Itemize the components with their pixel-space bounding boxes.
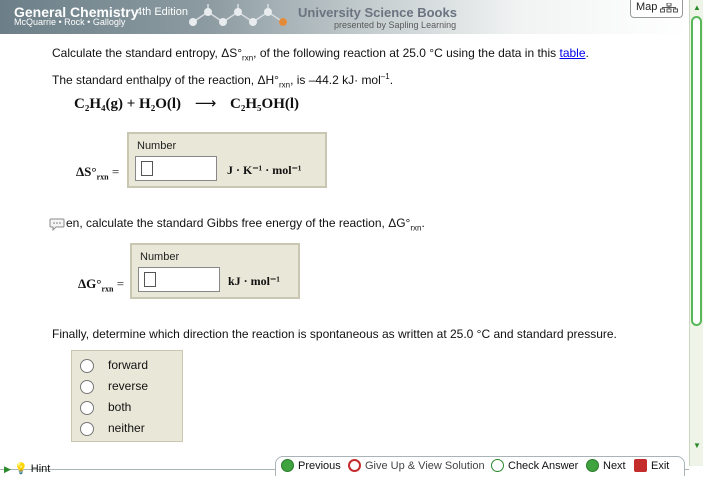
option-both-label: both [108, 400, 132, 414]
direction-options: forward reverse both neither [71, 350, 183, 442]
gibbs-symbol-text: ΔG° [78, 276, 102, 291]
molecule-graphic-icon [189, 4, 287, 26]
scroll-down-icon[interactable]: ▼ [690, 440, 704, 452]
gibbs-number-label: Number [140, 251, 180, 263]
exit-button[interactable]: Exit [634, 459, 669, 473]
publisher-name: University Science Books [298, 5, 457, 20]
option-reverse-label: reverse [108, 379, 149, 393]
next-arrow-icon [586, 459, 599, 472]
speech-bubble-icon[interactable] [49, 217, 65, 231]
give-up-button[interactable]: Give Up & View Solution [348, 459, 485, 473]
q1-sub-b: rxn [278, 80, 291, 90]
q2-end: . [421, 216, 425, 230]
check-answer-label: Check Answer [508, 460, 579, 472]
map-label: Map [636, 1, 658, 13]
entropy-symbol-sub: rxn [96, 172, 109, 182]
q1-text-f: . [389, 73, 394, 88]
entropy-number-label: Number [137, 140, 177, 152]
entropy-input-caret [141, 161, 153, 176]
entropy-symbol-text: ΔS° [76, 164, 97, 179]
q1-sub-a: rxn [242, 53, 254, 63]
reaction-equation: C₂H₄(g) + H₂O(l) ⟶ C₂H₅OH(l) [74, 94, 299, 113]
option-forward-label: forward [108, 358, 149, 372]
app-header: General Chemistry 4th Edition McQuarrie … [0, 0, 689, 34]
checkmark-icon [491, 459, 504, 472]
book-authors: McQuarrie • Rock • Gallogly [14, 17, 126, 27]
expand-triangle-icon: ▶ [4, 464, 11, 474]
check-answer-button[interactable]: Check Answer [491, 459, 578, 473]
sitemap-icon [660, 3, 678, 13]
q2-sub: rxn [410, 223, 422, 233]
question-line-2: The standard enthalpy of the reaction, Δ… [52, 67, 672, 94]
q1-text-b: , of the following reaction at 25.0 °C u… [253, 46, 560, 60]
scroll-up-icon[interactable]: ▲ [690, 2, 704, 14]
q1-text-d: The standard enthalpy of the reaction, Δ… [52, 73, 279, 88]
gibbs-unit: kJ · mol⁻¹ [228, 274, 280, 288]
option-neither-label: neither [108, 421, 145, 435]
reactants: C₂H₄(g) + H₂O(l) [74, 96, 182, 112]
vertical-scrollbar[interactable]: ▲ ▼ [689, 0, 703, 466]
entropy-symbol: ΔS°rxn = [76, 164, 119, 182]
q1-sup: –1 [380, 72, 390, 82]
exit-label: Exit [651, 460, 670, 472]
question-gibbs-text: en, calculate the standard Gibbs free en… [66, 216, 425, 232]
book-edition: 4th Edition [136, 6, 188, 18]
give-up-x-icon [348, 459, 361, 472]
previous-label: Previous [298, 460, 341, 472]
next-button[interactable]: Next [586, 459, 626, 473]
give-up-label: Give Up & View Solution [365, 460, 485, 472]
q1-text-c: . [585, 46, 589, 60]
gibbs-input-caret [144, 272, 156, 287]
entropy-answer-box: Number J · K⁻¹ · mol⁻¹ [127, 132, 327, 188]
previous-button[interactable]: Previous [281, 459, 341, 473]
entropy-unit: J · K⁻¹ · mol⁻¹ [227, 163, 302, 177]
hint-label: Hint [30, 463, 51, 475]
previous-arrow-icon [281, 459, 294, 472]
gibbs-equals: = [116, 276, 125, 291]
entropy-equals: = [111, 164, 120, 179]
question-direction-text: Finally, determine which direction the r… [52, 327, 617, 341]
map-button[interactable]: Map [630, 0, 683, 18]
gibbs-answer-box: Number kJ · mol⁻¹ [130, 243, 300, 299]
gibbs-symbol: ΔG°rxn = [78, 276, 124, 294]
radio-forward[interactable] [80, 359, 94, 373]
gibbs-symbol-sub: rxn [101, 284, 114, 294]
footer-bar: Previous Give Up & View Solution Check A… [0, 456, 689, 483]
lightbulb-icon: 💡 [13, 463, 28, 475]
question-entropy-text: Calculate the standard entropy, ΔS°rxn, … [52, 44, 672, 95]
scrollbar-thumb[interactable] [691, 16, 702, 326]
radio-reverse[interactable] [80, 380, 94, 394]
q2-text: en, calculate the standard Gibbs free en… [66, 216, 411, 230]
q1-text-a: Calculate the standard entropy, ΔS° [52, 46, 243, 60]
next-label: Next [603, 460, 626, 472]
product: C₂H₅OH(l) [230, 96, 300, 112]
exit-door-icon [634, 459, 647, 472]
hint-button[interactable]: ▶ 💡 Hint [4, 462, 50, 475]
presented-by: presented by Sapling Learning [334, 20, 457, 30]
radio-neither[interactable] [80, 422, 94, 436]
radio-both[interactable] [80, 401, 94, 415]
reaction-arrow-icon: ⟶ [194, 94, 217, 112]
table-link[interactable]: table [559, 46, 585, 60]
question-line-1: Calculate the standard entropy, ΔS°rxn, … [52, 44, 672, 67]
q1-text-e: , is –44.2 kJ· mol [290, 73, 381, 88]
